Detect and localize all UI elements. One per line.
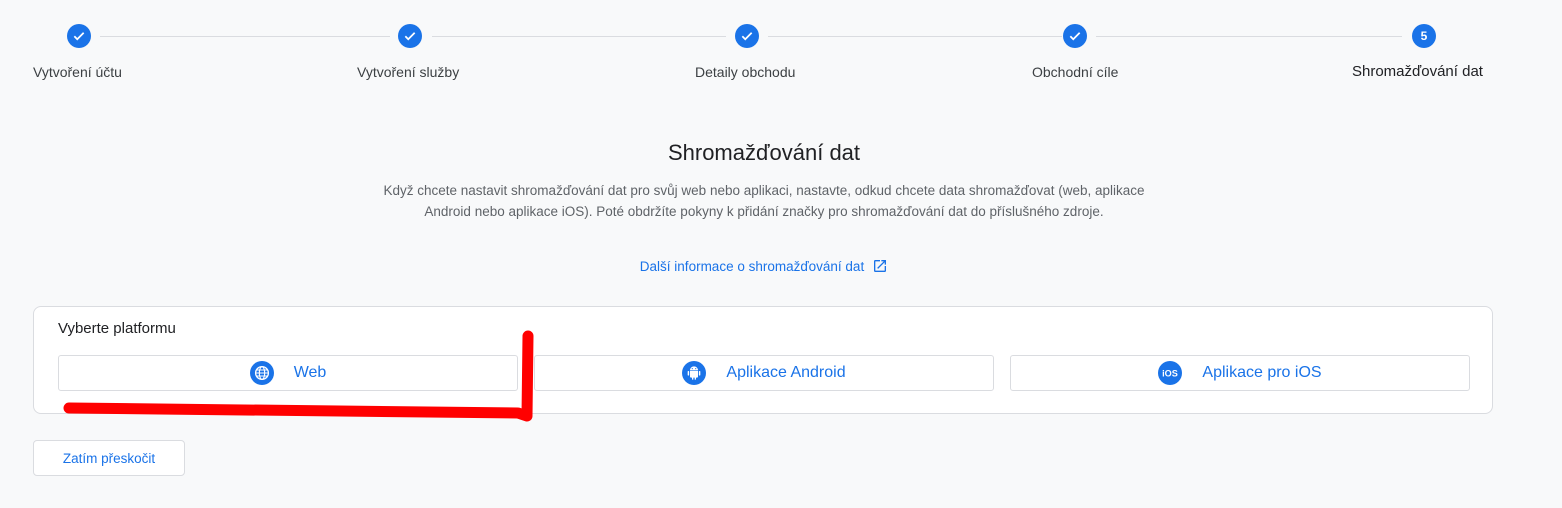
page: 5 Vytvoření účtu Vytvoření služby Detail… bbox=[0, 0, 1562, 508]
step-label-business-goals: Obchodní cíle bbox=[1032, 64, 1119, 80]
platform-android-button[interactable]: Aplikace Android bbox=[534, 355, 994, 391]
step-5-number: 5 bbox=[1412, 24, 1436, 48]
step-3-check-icon bbox=[735, 24, 759, 48]
learn-more: Další informace o shromažďování dat bbox=[0, 258, 1528, 274]
open-in-new-icon bbox=[874, 260, 887, 272]
step-label-property: Vytvoření služby bbox=[357, 64, 460, 80]
skip-button-label: Zatím přeskočit bbox=[62, 450, 156, 466]
step-connector bbox=[1096, 36, 1402, 37]
platform-web-label: Web bbox=[293, 364, 327, 381]
ios-icon: iOS bbox=[1158, 361, 1183, 385]
platform-ios-button[interactable]: iOS Aplikace pro iOS bbox=[1010, 355, 1470, 391]
step-4-check-icon bbox=[1063, 24, 1087, 48]
android-icon bbox=[682, 361, 707, 385]
step-2-check-icon bbox=[398, 24, 422, 48]
step-label-business-details: Detaily obchodu bbox=[695, 64, 796, 80]
step-1-check-icon bbox=[67, 24, 91, 48]
step-connector bbox=[100, 36, 390, 37]
learn-more-label: Další informace o shromažďování dat bbox=[639, 258, 865, 274]
step-label-data-collection: Shromažďování dat bbox=[1352, 63, 1483, 80]
page-title: Shromažďování dat bbox=[667, 140, 861, 165]
step-connector bbox=[768, 36, 1062, 37]
skip-button[interactable]: Zatím přeskočit bbox=[33, 440, 185, 476]
step-label-account: Vytvoření účtu bbox=[33, 64, 122, 80]
page-description: Když chcete nastavit shromažďování dat p… bbox=[383, 183, 1145, 219]
step-connector bbox=[432, 36, 726, 37]
platform-ios-label: Aplikace pro iOS bbox=[1202, 364, 1322, 381]
globe-icon bbox=[249, 361, 274, 385]
stepper: 5 Vytvoření účtu Vytvoření služby Detail… bbox=[0, 0, 1562, 100]
svg-text:iOS: iOS bbox=[1163, 368, 1179, 378]
platform-card-title: Vyberte platformu bbox=[58, 320, 176, 337]
platform-web-button[interactable]: Web bbox=[58, 355, 518, 391]
platform-card: Vyberte platformu Web Aplikace Android i… bbox=[33, 306, 1493, 414]
platform-android-label: Aplikace Android bbox=[726, 364, 846, 381]
learn-more-link[interactable]: Další informace o shromažďování dat bbox=[640, 258, 888, 274]
